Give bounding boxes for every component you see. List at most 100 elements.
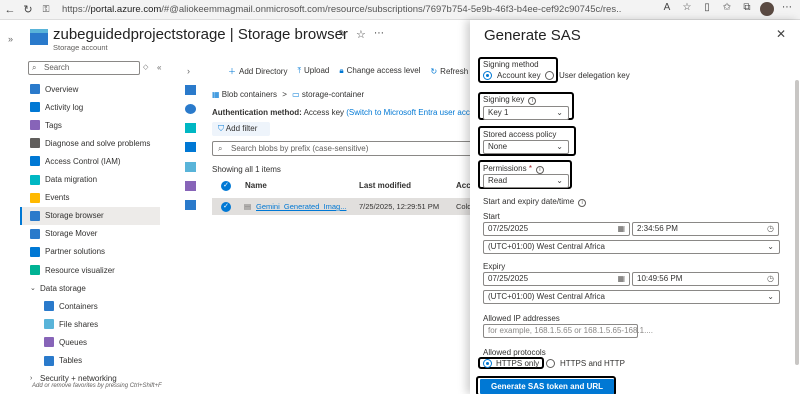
- collapse-menu-icon[interactable]: ◇: [143, 63, 148, 71]
- favorite-icon[interactable]: ☆: [356, 28, 366, 41]
- profile-avatar[interactable]: [760, 2, 774, 19]
- address-bar[interactable]: https://portal.azure.com/#@aliokeemmagma…: [62, 4, 622, 15]
- activity-log-icon: [30, 102, 40, 113]
- row-checkbox[interactable]: ✓: [221, 202, 231, 212]
- sidebar-item-queues[interactable]: Queues: [20, 333, 160, 351]
- column-last-modified[interactable]: Last modified: [359, 181, 411, 190]
- expiry-time-input[interactable]: 10:49:56 PM ◷: [632, 272, 779, 286]
- breadcrumb-separator: >: [282, 90, 287, 99]
- https-and-http-label: HTTPS and HTTP: [560, 359, 625, 368]
- blob-search-input[interactable]: ⌕ Search blobs by prefix (case-sensitive): [212, 141, 472, 156]
- account-key-label: Account key: [497, 71, 541, 80]
- back-icon[interactable]: ←: [2, 2, 18, 18]
- url-scheme: https://: [62, 4, 91, 15]
- calendar-icon[interactable]: ▦: [617, 223, 625, 235]
- generate-sas-button[interactable]: Generate SAS token and URL: [480, 379, 614, 394]
- sidebar-item-containers[interactable]: Containers: [20, 297, 160, 315]
- column-name[interactable]: Name: [245, 181, 267, 190]
- close-icon[interactable]: ✕: [776, 27, 786, 41]
- refresh-button[interactable]: ↻ Refresh: [430, 67, 468, 76]
- https-and-http-radio[interactable]: [546, 359, 555, 368]
- upload-button[interactable]: ⤒ Upload: [297, 66, 329, 76]
- breadcrumb-current[interactable]: storage-container: [302, 90, 364, 99]
- start-time-input[interactable]: 2:34:56 PM ◷: [632, 222, 779, 236]
- blob-name-link[interactable]: Gemini_Generated_Imag...: [256, 202, 346, 211]
- sidebar-item-label: Storage browser: [45, 211, 104, 221]
- sidebar-item-data-storage[interactable]: ⌄ Data storage: [20, 279, 160, 297]
- pin-icon[interactable]: ✎: [338, 29, 346, 40]
- file-share-icon[interactable]: [185, 123, 196, 133]
- favorites-hint: Add or remove favorites by pressing Ctrl…: [32, 383, 162, 389]
- start-expiry-label: Start and expiry date/time i: [483, 197, 587, 207]
- start-timezone-dropdown[interactable]: (UTC+01:00) West Central Africa ⌄: [483, 240, 780, 254]
- chevron-right-icon[interactable]: ›: [30, 375, 36, 382]
- add-filter-label: Add filter: [225, 124, 258, 133]
- add-directory-button[interactable]: ＋ Add Directory: [228, 66, 287, 77]
- item-count: Showing all 1 items: [212, 165, 281, 174]
- clock-icon[interactable]: ◷: [767, 273, 774, 285]
- sidebar-item-partner-solutions[interactable]: Partner solutions: [20, 243, 160, 261]
- signing-key-dropdown[interactable]: Key 1 ⌄: [483, 106, 569, 120]
- sidebar-item-access-control-iam[interactable]: Access Control (IAM): [20, 152, 160, 170]
- recent-icon[interactable]: [185, 104, 196, 114]
- sidebar-item-overview[interactable]: Overview: [20, 80, 160, 98]
- refresh-icon: ↻: [430, 66, 438, 76]
- read-aloud-icon[interactable]: A: [660, 2, 674, 19]
- sidebar-item-tables[interactable]: Tables: [20, 352, 160, 370]
- info-icon[interactable]: i: [528, 97, 537, 105]
- permissions-dropdown[interactable]: Read ⌄: [483, 174, 569, 188]
- https-only-radio[interactable]: [483, 359, 492, 368]
- sidebar-item-label: Overview: [45, 84, 79, 94]
- chevron-down-icon[interactable]: ⌄: [30, 284, 36, 292]
- switch-auth-link[interactable]: (Switch to Microsoft Entra user account): [346, 108, 488, 117]
- tables-icon[interactable]: [185, 200, 196, 210]
- file-shares-icon[interactable]: [185, 162, 196, 172]
- blob-container-icon[interactable]: [185, 85, 196, 95]
- calendar-icon[interactable]: ▦: [617, 273, 625, 285]
- allowed-ip-placeholder: for example, 168.1.5.65 or 168.1.5.65-16…: [488, 326, 653, 335]
- sidebar-item-diagnose-and-solve-problems[interactable]: Diagnose and solve problems: [20, 134, 160, 152]
- sidebar-item-tags[interactable]: Tags: [20, 116, 160, 134]
- collections-icon[interactable]: ⧉: [740, 2, 754, 19]
- sidebar-item-events[interactable]: Events: [20, 189, 160, 207]
- info-icon[interactable]: i: [578, 199, 587, 207]
- iam-icon: [30, 156, 40, 167]
- signing-key-value: Key 1: [488, 108, 509, 117]
- breadcrumb-root[interactable]: Blob containers: [222, 90, 277, 99]
- file-shares-icon: [44, 319, 54, 330]
- split-screen-icon[interactable]: ▯: [700, 2, 714, 19]
- expiry-date-input[interactable]: 07/25/2025 ▦: [483, 272, 630, 286]
- data-lake-icon[interactable]: [185, 142, 196, 152]
- change-access-level-button[interactable]: 🔒︎ Change access level: [339, 66, 420, 76]
- start-date-input[interactable]: 07/25/2025 ▦: [483, 222, 630, 236]
- user-delegation-key-radio[interactable]: [545, 71, 554, 80]
- account-key-radio[interactable]: [483, 71, 492, 80]
- sidebar-item-storage-mover[interactable]: Storage Mover: [20, 225, 160, 243]
- expiry-timezone-dropdown[interactable]: (UTC+01:00) West Central Africa ⌄: [483, 290, 780, 304]
- collapse-sidebar-icon[interactable]: «: [157, 63, 161, 72]
- chevron-right-icon[interactable]: ›: [187, 66, 190, 76]
- site-info-icon[interactable]: ⚿: [38, 2, 54, 18]
- sidebar-item-data-migration[interactable]: Data migration: [20, 171, 160, 189]
- sidebar-item-activity-log[interactable]: Activity log: [20, 98, 160, 116]
- more-icon[interactable]: ⋯: [780, 2, 794, 19]
- stored-policy-value: None: [488, 142, 508, 151]
- sidebar-item-file-shares[interactable]: File shares: [20, 315, 160, 333]
- allowed-ip-input[interactable]: for example, 168.1.5.65 or 168.1.5.65-16…: [483, 324, 653, 338]
- favorites-icon[interactable]: ✩: [720, 2, 734, 19]
- sidebar-item-resource-visualizer[interactable]: Resource visualizer: [20, 261, 160, 279]
- favorite-star-icon[interactable]: ☆: [680, 2, 694, 19]
- stored-policy-dropdown[interactable]: None ⌄: [483, 140, 569, 154]
- queues-icon[interactable]: [185, 181, 196, 191]
- info-icon[interactable]: i: [535, 166, 544, 174]
- table-row[interactable]: ✓ ▤ Gemini_Generated_Imag... 7/25/2025, …: [212, 198, 472, 215]
- more-options-icon[interactable]: ⋯: [374, 28, 384, 39]
- expand-menu-icon[interactable]: »: [8, 34, 13, 44]
- panel-scrollbar[interactable]: [795, 80, 799, 365]
- add-filter-button[interactable]: ⛉ Add filter: [212, 122, 270, 136]
- refresh-icon[interactable]: ↻: [20, 2, 36, 18]
- select-all-checkbox[interactable]: ✓: [221, 181, 231, 191]
- clock-icon[interactable]: ◷: [767, 223, 774, 235]
- sidebar-item-storage-browser[interactable]: Storage browser: [20, 206, 160, 225]
- menu-search-input[interactable]: ⌕ Search: [28, 61, 140, 75]
